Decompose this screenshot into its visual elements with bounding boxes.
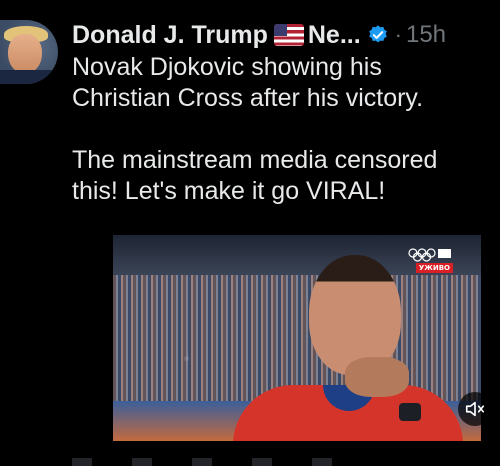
verified-icon: [368, 25, 387, 43]
author-name-truncated[interactable]: Ne...: [308, 21, 361, 50]
tweet-paragraph: The mainstream media censored this! Let'…: [72, 146, 438, 205]
action-bar-partial: [72, 458, 332, 466]
timestamp[interactable]: 15h: [406, 21, 446, 49]
us-flag-icon: [273, 24, 304, 46]
tweet[interactable]: Donald J. Trump Ne... · 15h Novak Djokov…: [0, 0, 500, 466]
speaker-muted-icon: [465, 401, 485, 417]
video-frame-player-hand: [345, 357, 409, 397]
avatar[interactable]: [0, 20, 58, 84]
mute-button[interactable]: [458, 392, 492, 426]
tweet-header: Donald J. Trump Ne... · 15h: [72, 18, 446, 52]
live-badge: УЖИВО: [415, 263, 453, 273]
author-name[interactable]: Donald J. Trump: [72, 21, 268, 50]
video-player[interactable]: УЖИВО: [113, 235, 481, 441]
olympic-rings-logo-icon: [408, 248, 451, 262]
header-separator: ·: [394, 22, 402, 47]
avatar-suit: [0, 70, 58, 84]
tweet-paragraph: Novak Djokovic showing his Christian Cro…: [72, 53, 424, 112]
tweet-text: Novak Djokovic showing his Christian Cro…: [72, 52, 487, 207]
avatar-face: [8, 34, 42, 74]
video-frame-watch: [399, 403, 421, 421]
